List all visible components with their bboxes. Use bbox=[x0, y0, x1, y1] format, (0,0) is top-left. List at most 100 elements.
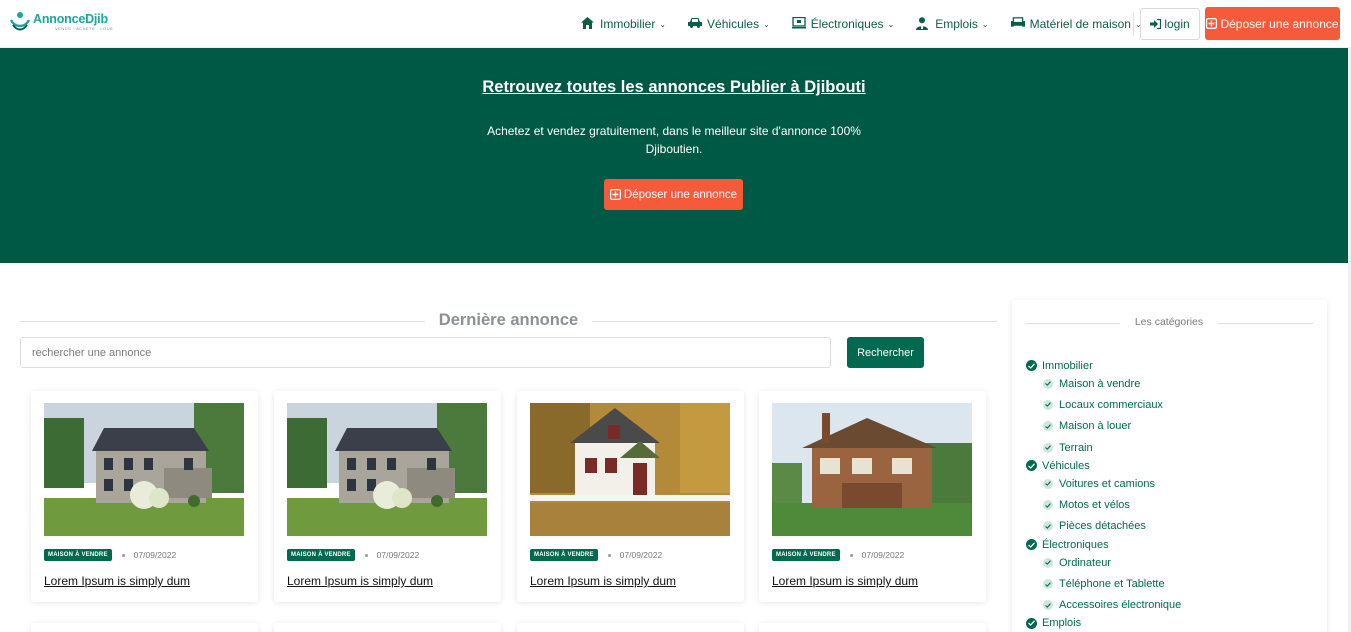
listing-title[interactable]: Lorem Ipsum is simply dum bbox=[530, 574, 676, 588]
category-label: Immobilier bbox=[1042, 359, 1093, 372]
listing-card-partial[interactable] bbox=[274, 623, 501, 632]
listing-title[interactable]: Lorem Ipsum is simply dum bbox=[44, 574, 190, 588]
listing-card[interactable]: MAISON À VENDRE 07/09/2022 Lorem Ipsum i… bbox=[517, 391, 744, 602]
car-icon bbox=[688, 17, 703, 31]
nav-item-electroniques[interactable]: Électroniques ⌄ bbox=[791, 17, 895, 31]
check-circle-icon bbox=[1026, 460, 1037, 472]
nav-label: Électroniques bbox=[810, 17, 884, 31]
nav-item-vehicules[interactable]: Véhicules ⌄ bbox=[688, 17, 770, 31]
post-ad-button-header[interactable]: Déposer une annonce bbox=[1205, 7, 1340, 40]
logo-name: AnnonceDjib bbox=[33, 11, 108, 26]
nav-label: Matériel de maison bbox=[1029, 17, 1131, 31]
chevron-down-icon: ⌄ bbox=[659, 19, 667, 29]
home-icon bbox=[581, 17, 595, 31]
category-electroniques[interactable]: Électroniques bbox=[1026, 537, 1316, 552]
login-button[interactable]: login bbox=[1140, 8, 1200, 40]
nav-label: Véhicules bbox=[707, 17, 760, 31]
divider-line bbox=[20, 321, 425, 322]
post-ad-label: Déposer une annonce bbox=[623, 188, 738, 201]
subcategory-item[interactable]: Accessoires électronique bbox=[1026, 595, 1316, 616]
listing-photo[interactable] bbox=[530, 403, 730, 536]
category-badge: MAISON À VENDRE bbox=[44, 549, 112, 561]
divider-line bbox=[592, 321, 997, 322]
check-circle-icon bbox=[1043, 399, 1053, 410]
site-logo[interactable]: AnnonceDjib VENDS · ACHÈTE · LOUE bbox=[9, 10, 113, 34]
post-ad-label: Déposer une annonce bbox=[1220, 16, 1339, 31]
subcategory-item[interactable]: Maison à louer bbox=[1026, 416, 1316, 437]
listing-meta: MAISON À VENDRE 07/09/2022 bbox=[287, 549, 419, 561]
nav-label: Emplois bbox=[935, 17, 978, 31]
separator-dot bbox=[121, 553, 125, 557]
hero-banner: Retrouvez toutes les annonces Publier à … bbox=[0, 48, 1351, 263]
listing-date: 07/09/2022 bbox=[619, 550, 663, 560]
category-immobilier[interactable]: Immobilier bbox=[1026, 358, 1316, 373]
category-emplois[interactable]: Emplois bbox=[1026, 616, 1316, 631]
listing-card[interactable]: MAISON À VENDRE 07/09/2022 Lorem Ipsum i… bbox=[31, 391, 258, 602]
subcategory-label: Téléphone et Tablette bbox=[1059, 578, 1165, 591]
hero-title[interactable]: Retrouvez toutes les annonces Publier à … bbox=[476, 77, 872, 97]
separator-dot bbox=[849, 553, 853, 557]
subcategory-label: Locaux commerciaux bbox=[1059, 398, 1163, 411]
separator-dot bbox=[607, 553, 611, 557]
category-label: Électroniques bbox=[1042, 538, 1109, 551]
sidebar-title: Les catégories bbox=[1134, 316, 1204, 328]
category-list: Immobilier Maison à vendre Locaux commer… bbox=[1026, 358, 1316, 631]
latest-ads-header: Dernière annonce bbox=[20, 310, 997, 332]
subcategory-label: Accessoires électronique bbox=[1059, 599, 1182, 612]
listing-card-partial[interactable] bbox=[31, 623, 258, 632]
listing-card-partial[interactable] bbox=[759, 623, 986, 632]
nav-item-materiel-maison[interactable]: Matériel de maison ⌄ bbox=[1010, 17, 1142, 31]
check-circle-icon bbox=[1043, 579, 1053, 590]
post-ad-button-hero[interactable]: Déposer une annonce bbox=[604, 179, 743, 210]
subcategory-label: Maison à louer bbox=[1059, 420, 1132, 433]
subcategory-label: Voitures et camions bbox=[1059, 477, 1155, 490]
subcategory-item[interactable]: Maison à vendre bbox=[1026, 373, 1316, 394]
divider-line bbox=[1025, 323, 1120, 324]
check-circle-icon bbox=[1043, 442, 1053, 453]
subcategory-item[interactable]: Terrain bbox=[1026, 437, 1316, 458]
category-badge: MAISON À VENDRE bbox=[530, 549, 598, 561]
listing-card[interactable]: MAISON À VENDRE 07/09/2022 Lorem Ipsum i… bbox=[274, 391, 501, 602]
listing-photo[interactable] bbox=[772, 403, 972, 536]
subcategory-item[interactable]: Motos et vélos bbox=[1026, 494, 1316, 515]
listing-meta: MAISON À VENDRE 07/09/2022 bbox=[44, 549, 176, 561]
search-input[interactable] bbox=[20, 337, 831, 368]
category-vehicules[interactable]: Véhicules bbox=[1026, 458, 1316, 473]
hero-subtitle: Achetez et vendez gratuitement, dans le … bbox=[487, 124, 861, 156]
subcategory-label: Terrain bbox=[1059, 441, 1093, 454]
subcategory-item[interactable]: Téléphone et Tablette bbox=[1026, 573, 1316, 594]
check-circle-icon bbox=[1043, 500, 1053, 511]
subcategory-item[interactable]: Ordinateur bbox=[1026, 552, 1316, 573]
category-badge: MAISON À VENDRE bbox=[772, 549, 840, 561]
subcategory-item[interactable]: Locaux commerciaux bbox=[1026, 394, 1316, 415]
nav-item-immobilier[interactable]: Immobilier ⌄ bbox=[581, 17, 666, 31]
listing-photo[interactable] bbox=[44, 403, 244, 536]
divider-line bbox=[1218, 323, 1313, 324]
couch-icon bbox=[1010, 17, 1025, 31]
login-label: login bbox=[1164, 17, 1190, 31]
listing-card-partial[interactable] bbox=[517, 623, 744, 632]
check-circle-icon bbox=[1043, 557, 1053, 568]
listing-title[interactable]: Lorem Ipsum is simply dum bbox=[287, 574, 433, 588]
chevron-down-icon: ⌄ bbox=[887, 19, 895, 29]
subcategory-item[interactable]: Voitures et camions bbox=[1026, 473, 1316, 494]
check-circle-icon bbox=[1043, 378, 1053, 389]
listing-meta: MAISON À VENDRE 07/09/2022 bbox=[530, 549, 662, 561]
check-circle-icon bbox=[1043, 600, 1053, 611]
sidebar-header: Les catégories bbox=[1025, 316, 1313, 330]
listing-meta: MAISON À VENDRE 07/09/2022 bbox=[772, 549, 904, 561]
search-button[interactable]: Rechercher bbox=[847, 337, 924, 368]
subcategory-label: Pièces détachées bbox=[1059, 520, 1146, 533]
top-navbar: AnnonceDjib VENDS · ACHÈTE · LOUE Immobi… bbox=[0, 0, 1351, 48]
nav-item-emplois[interactable]: Emplois ⌄ bbox=[916, 17, 989, 31]
subcategory-item[interactable]: Pièces détachées bbox=[1026, 516, 1316, 537]
plus-square-icon bbox=[1206, 18, 1218, 29]
listing-card[interactable]: MAISON À VENDRE 07/09/2022 Lorem Ipsum i… bbox=[759, 391, 986, 602]
check-circle-icon bbox=[1043, 421, 1053, 432]
listing-photo[interactable] bbox=[287, 403, 487, 536]
subcategory-label: Motos et vélos bbox=[1059, 499, 1130, 512]
listing-date: 07/09/2022 bbox=[133, 550, 177, 560]
listing-title[interactable]: Lorem Ipsum is simply dum bbox=[772, 574, 918, 588]
category-badge: MAISON À VENDRE bbox=[287, 549, 355, 561]
sign-in-icon bbox=[1150, 19, 1162, 29]
